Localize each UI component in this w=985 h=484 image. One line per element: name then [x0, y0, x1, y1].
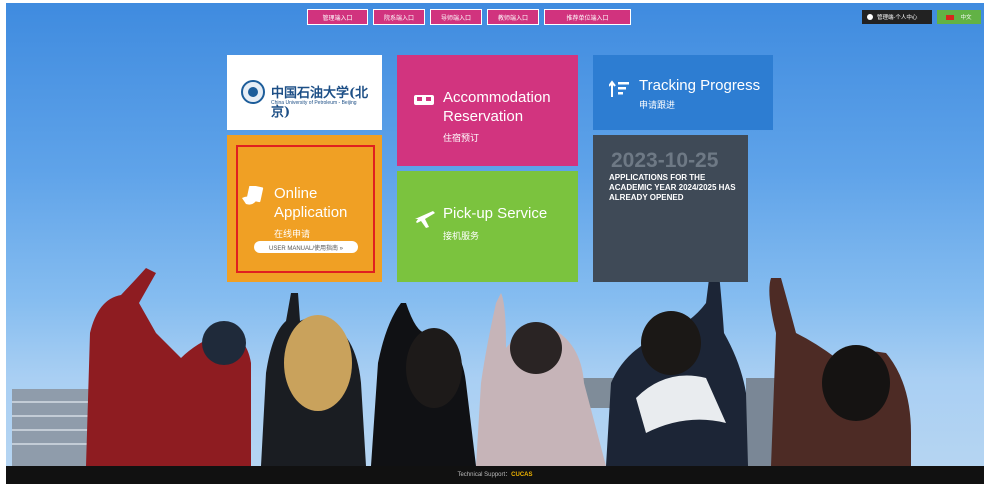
- pickup-title: Pick-up Service: [443, 205, 548, 222]
- announcement-date: 2023-10-25: [611, 149, 719, 172]
- language-label: 中文: [960, 15, 972, 21]
- online-application-title: Online Application: [274, 185, 348, 221]
- footer: Technical Support：CUCAS: [6, 466, 984, 484]
- user-center-label: 管理端-个人中心: [877, 15, 918, 21]
- nav-teacher-entry[interactable]: 教师端入口: [487, 9, 539, 25]
- nav-department-entry[interactable]: 院系端入口: [373, 9, 425, 25]
- language-switch[interactable]: 中文: [937, 10, 981, 24]
- user-center-button[interactable]: 管理端-个人中心: [862, 10, 932, 24]
- footer-brand-link[interactable]: CUCAS: [511, 472, 532, 478]
- pickup-subtitle: 接机服务: [443, 231, 480, 241]
- tracking-subtitle: 申请跟进: [639, 100, 676, 110]
- online-application-tile[interactable]: Online Application 在线申请 USER MANUAL/使用指南…: [227, 135, 382, 282]
- footer-label: Technical Support：: [457, 472, 512, 478]
- university-name-en: China University of Petroleum - Beijing: [271, 100, 357, 106]
- pickup-service-tile[interactable]: Pick-up Service 接机服务: [397, 171, 578, 282]
- bed-icon: [414, 95, 434, 105]
- document-hand-icon: [242, 186, 264, 205]
- tracking-progress-tile[interactable]: Tracking Progress 申请跟进: [593, 55, 773, 130]
- user-icon: [867, 14, 873, 20]
- university-emblem-icon: [241, 80, 265, 104]
- announcement-tile[interactable]: 2023-10-25 APPLICATIONS FOR THE ACADEMIC…: [593, 135, 748, 282]
- tracking-title: Tracking Progress: [639, 77, 761, 94]
- announcement-message: APPLICATIONS FOR THE ACADEMIC YEAR 2024/…: [609, 173, 736, 202]
- accommodation-title: Accommodation Reservation: [443, 89, 551, 125]
- accommodation-subtitle: 住宿预订: [443, 133, 480, 143]
- nav-supervisor-entry[interactable]: 导师端入口: [430, 9, 482, 25]
- online-application-subtitle: 在线申请: [274, 229, 311, 239]
- top-nav: 管理端入口 院系端入口 导师端入口 教师端入口 推荐单位端入口: [307, 9, 631, 25]
- china-flag-icon: [946, 14, 955, 20]
- university-logo: 中国石油大学(北京) China University of Petroleum…: [227, 55, 382, 130]
- airplane-icon: [415, 211, 435, 228]
- nav-admin-entry[interactable]: 管理端入口: [307, 9, 368, 25]
- user-manual-button[interactable]: USER MANUAL/使用指南 »: [254, 241, 358, 253]
- sort-arrows-icon: [609, 80, 629, 97]
- accommodation-tile[interactable]: Accommodation Reservation 住宿预订: [397, 55, 578, 166]
- nav-recommender-entry[interactable]: 推荐单位端入口: [544, 9, 631, 25]
